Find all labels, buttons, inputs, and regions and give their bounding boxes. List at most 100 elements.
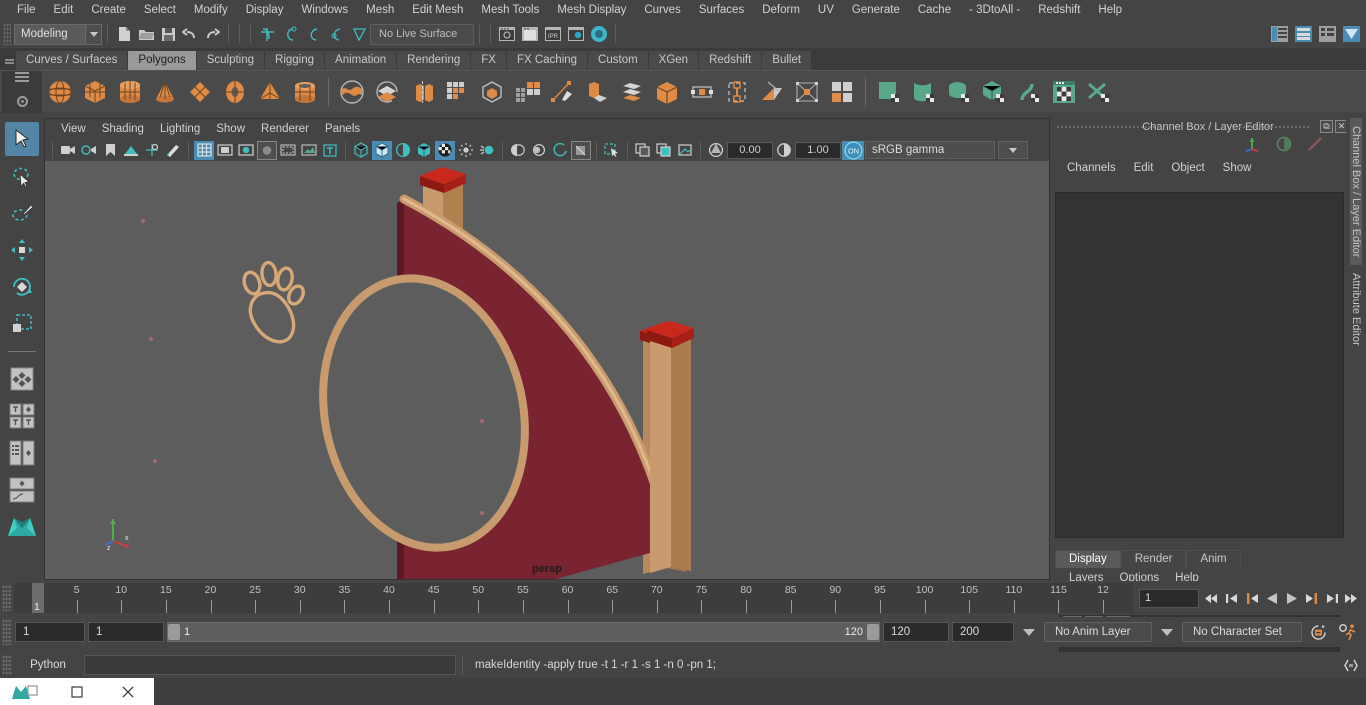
shelf-tab-custom[interactable]: Custom — [588, 51, 649, 70]
menu-item-curves[interactable]: Curves — [635, 2, 689, 18]
menu-item-mesh-display[interactable]: Mesh Display — [548, 2, 635, 18]
poly-sphere-icon[interactable] — [43, 75, 77, 109]
playback-end-time-field[interactable]: 120 — [883, 622, 949, 642]
gamma-icon[interactable] — [774, 141, 794, 160]
command-input[interactable] — [84, 655, 456, 675]
menu-item-display[interactable]: Display — [237, 2, 293, 18]
maximize-button[interactable] — [51, 678, 102, 705]
xray-active-components-icon[interactable] — [675, 141, 695, 160]
poly-pipe-icon[interactable] — [288, 75, 322, 109]
range-slider-track[interactable]: 1 120 — [167, 622, 880, 642]
menu-item-modify[interactable]: Modify — [185, 2, 237, 18]
poly-cylinder-icon[interactable] — [113, 75, 147, 109]
exposure-display-icon[interactable] — [299, 141, 319, 160]
xray-joints-icon[interactable] — [654, 141, 674, 160]
boolean-cube-icon[interactable] — [475, 75, 509, 109]
poly-pyramid-icon[interactable] — [253, 75, 287, 109]
uv-automatic-icon[interactable] — [977, 75, 1011, 109]
extract-icon[interactable] — [405, 75, 439, 109]
multi-cut-icon[interactable] — [545, 75, 579, 109]
merge-icon[interactable] — [685, 75, 719, 109]
color-profile-field[interactable]: sRGB gamma — [865, 141, 995, 159]
lasso-select-tool[interactable] — [5, 159, 39, 193]
shelf-tab-redshift[interactable]: Redshift — [699, 51, 763, 70]
gate-mask-icon[interactable] — [257, 140, 277, 160]
menu-item-mesh-tools[interactable]: Mesh Tools — [472, 2, 548, 18]
shelf-tab-polygons[interactable]: Polygons — [128, 51, 197, 70]
texture-display-toggle-icon[interactable] — [435, 140, 455, 160]
viewport-canvas[interactable]: z x persp — [45, 161, 1049, 579]
play-forwards-button[interactable] — [1283, 588, 1300, 608]
grid-toggle-icon[interactable] — [194, 140, 214, 160]
step-forward-keyframe-button[interactable] — [1323, 588, 1340, 608]
render-settings-icon[interactable] — [565, 23, 587, 45]
layer-tab-display[interactable]: Display — [1055, 550, 1121, 568]
menu-item-cache[interactable]: Cache — [909, 2, 960, 18]
ambient-occlusion-icon[interactable] — [529, 141, 549, 160]
tool-settings-toggle-icon[interactable] — [1316, 23, 1338, 45]
scale-tool[interactable] — [5, 307, 39, 341]
poly-cube-icon[interactable] — [78, 75, 112, 109]
animation-start-time-field[interactable]: 1 — [15, 622, 85, 642]
bridge-icon[interactable] — [615, 75, 649, 109]
command-language-label[interactable]: Python — [16, 659, 80, 671]
poly-torus-icon[interactable] — [218, 75, 252, 109]
uv-cylindrical-icon[interactable] — [907, 75, 941, 109]
menu-item-file[interactable]: File — [8, 2, 45, 18]
play-backwards-button[interactable] — [1263, 588, 1280, 608]
menu-item-uv[interactable]: UV — [809, 2, 843, 18]
step-back-keyframe-button[interactable] — [1223, 588, 1240, 608]
anim-layer-dropdown-arrow[interactable] — [1023, 628, 1035, 636]
viewport-menu-shading[interactable]: Shading — [94, 121, 152, 137]
character-set-dropdown-arrow[interactable] — [1161, 628, 1173, 636]
channel-box-content[interactable] — [1055, 192, 1344, 538]
menu-item-generate[interactable]: Generate — [843, 2, 909, 18]
viewport-menu-renderer[interactable]: Renderer — [253, 121, 317, 137]
animation-end-time-field[interactable]: 200 — [952, 622, 1014, 642]
script-editor-button[interactable] — [1340, 655, 1362, 675]
resolution-gate-icon[interactable] — [236, 141, 256, 160]
render-current-frame-icon[interactable] — [496, 23, 518, 45]
persp-graph-layout[interactable] — [5, 473, 39, 507]
hud-text-icon[interactable] — [320, 141, 340, 160]
menu-item-create[interactable]: Create — [82, 2, 135, 18]
uv-spherical-icon[interactable] — [942, 75, 976, 109]
shelf-tab-xgen[interactable]: XGen — [648, 51, 700, 70]
step-forward-frame-button[interactable] — [1303, 588, 1320, 608]
channel-box-menu-object[interactable]: Object — [1162, 160, 1213, 176]
quad-draw-icon[interactable] — [510, 75, 544, 109]
go-to-end-button[interactable] — [1343, 588, 1360, 608]
two-d-pan-zoom-icon[interactable] — [142, 141, 162, 160]
camera-attributes-icon[interactable] — [79, 141, 99, 160]
channel-box-toggle-icon[interactable] — [1340, 23, 1362, 45]
shelf-tab-sculpting[interactable]: Sculpting — [196, 51, 266, 70]
range-end-handle[interactable] — [867, 624, 879, 640]
bookmark-icon[interactable] — [100, 141, 120, 160]
channel-box-menu-channels[interactable]: Channels — [1058, 160, 1125, 176]
snap-to-view-plane-icon[interactable] — [348, 23, 370, 45]
four-view-layout[interactable] — [5, 399, 39, 433]
film-gate-mask-icon[interactable] — [278, 141, 298, 160]
taskbar-app-icon[interactable] — [0, 678, 51, 705]
film-gate-icon[interactable] — [215, 141, 235, 160]
anim-layer-selector[interactable]: No Anim Layer — [1044, 622, 1152, 642]
viewport-menu-panels[interactable]: Panels — [317, 121, 368, 137]
irc-render-icon[interactable] — [519, 23, 541, 45]
redo-button[interactable] — [201, 23, 223, 45]
shelf-tab-fx[interactable]: FX — [471, 51, 507, 70]
shelf-settings-gear-icon[interactable] — [15, 94, 30, 114]
menu-item-surfaces[interactable]: Surfaces — [690, 2, 753, 18]
mirror-icon[interactable] — [825, 75, 859, 109]
close-button[interactable] — [103, 678, 154, 705]
snap-to-projected-center-icon[interactable] — [325, 23, 347, 45]
exposure-field[interactable]: 0.00 — [727, 141, 773, 159]
motion-blur-icon[interactable] — [550, 141, 570, 160]
gamma-field[interactable]: 1.00 — [795, 141, 841, 159]
undo-button[interactable] — [179, 23, 201, 45]
append-polygon-icon[interactable] — [720, 75, 754, 109]
channel-box-green-icon[interactable] — [1276, 136, 1292, 157]
step-back-frame-button[interactable] — [1243, 588, 1260, 608]
menu-set-selector[interactable]: Modeling — [14, 23, 102, 45]
shadows-icon[interactable] — [508, 141, 528, 160]
channel-box-menu-edit[interactable]: Edit — [1125, 160, 1163, 176]
